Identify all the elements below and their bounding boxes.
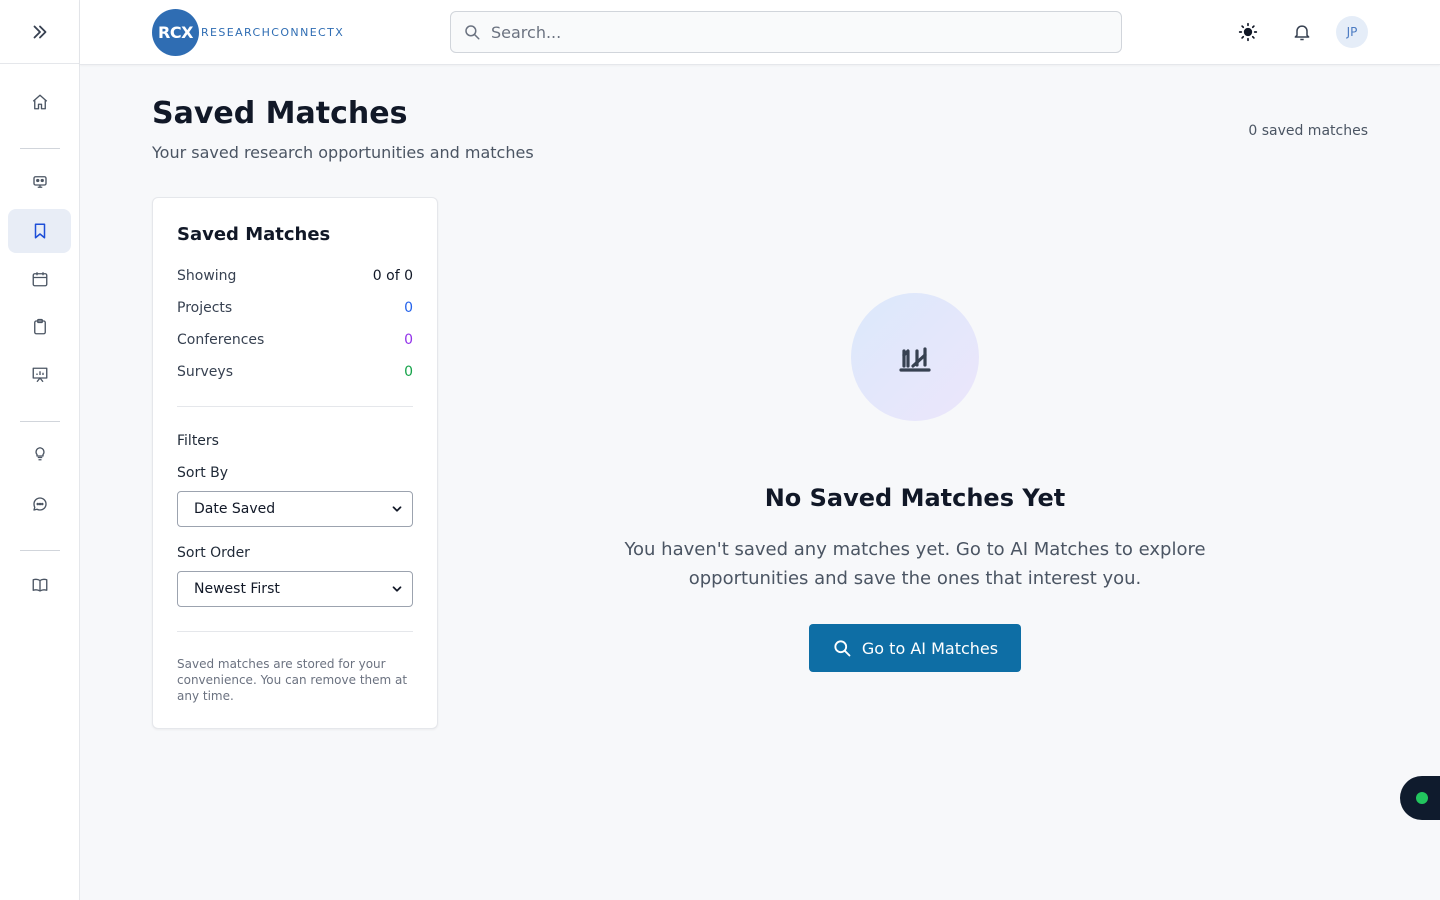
stat-value: 0 [404,332,413,348]
sort-order-select[interactable]: Newest First [177,571,413,607]
cta-label: Go to AI Matches [861,638,999,658]
summary-title: Saved Matches [177,224,331,245]
sidebar-item-presentations[interactable] [8,353,71,397]
empty-state-title: No Saved Matches Yet [764,484,1066,512]
sidebar [0,0,80,900]
search-icon [834,640,851,657]
notifications-button[interactable] [1286,16,1318,48]
stat-value: 0 of 0 [372,268,413,284]
filters-heading: Filters [177,433,219,449]
lightbulb-icon [34,447,45,461]
saved-count: 0 saved matches [1248,123,1368,139]
summary-card: Saved Matches Showing 0 of 0 Projects 0 … [152,197,438,729]
page-title: Saved Matches [152,96,408,131]
chevron-down-icon [392,506,402,512]
chevron-down-icon [392,586,402,592]
search-icon [465,25,480,40]
bookmark-icon [34,223,45,239]
chat-widget-button[interactable] [1400,776,1440,820]
card-divider [177,406,413,407]
sort-by-value: Date Saved [194,501,276,517]
sidebar-item-saved-matches[interactable] [8,209,71,253]
theme-toggle-button[interactable] [1232,16,1264,48]
user-avatar[interactable]: JP [1336,16,1368,48]
sun-icon [1238,22,1258,42]
sidebar-divider [20,148,60,149]
double-chevron-right-icon [33,25,46,38]
stat-label: Surveys [177,364,233,380]
stat-surveys: Surveys 0 [177,364,413,380]
stat-label: Projects [177,300,233,316]
stat-label: Showing [177,268,237,284]
app-logo[interactable]: RCX RESEARCHCONNECTX [152,8,344,56]
sort-by-label: Sort By [177,465,229,481]
go-to-ai-matches-button[interactable]: Go to AI Matches [809,624,1021,672]
book-icon [32,578,47,592]
bell-icon [1294,25,1310,41]
card-divider [177,631,413,632]
sidebar-item-messages[interactable] [8,482,71,526]
sidebar-item-calendar[interactable] [8,257,71,301]
chat-icon [32,497,47,511]
sidebar-item-home[interactable] [8,80,71,124]
logo-mark: RCX [152,8,199,56]
sidebar-divider [20,550,60,551]
stat-showing: Showing 0 of 0 [177,268,413,284]
logo-wordmark: RESEARCHCONNECTX [201,25,345,39]
sidebar-item-ai-matches[interactable] [8,160,71,204]
presentation-icon [32,367,47,383]
chart-icon [899,347,931,372]
top-bar: RCX RESEARCHCONNECTX JP [80,0,1440,65]
clipboard-icon [33,318,46,335]
calendar-icon [32,272,47,287]
robot-icon [32,176,47,188]
sort-order-value: Newest First [194,581,280,597]
stat-projects: Projects 0 [177,300,413,316]
stat-conferences: Conferences 0 [177,332,413,348]
sidebar-divider [20,421,60,422]
stat-value: 0 [404,364,413,380]
sort-by-select[interactable]: Date Saved [177,491,413,527]
online-status-dot [1416,792,1428,804]
stat-value: 0 [404,300,413,316]
sidebar-item-tips[interactable] [8,431,71,475]
sidebar-item-guide[interactable] [8,563,71,607]
page-subtitle: Your saved research opportunities and ma… [152,143,534,162]
empty-state-text: You haven't saved any matches yet. Go to… [624,539,1206,589]
search-box [450,11,1122,53]
sidebar-item-surveys[interactable] [8,305,71,349]
home-icon [32,94,47,110]
stat-label: Conferences [177,332,265,348]
empty-state-illustration [851,293,979,421]
storage-note: Saved matches are stored for your conven… [177,657,408,703]
sidebar-toggle-button[interactable] [0,0,79,64]
sort-order-label: Sort Order [177,545,250,561]
search-input[interactable] [491,22,1091,42]
